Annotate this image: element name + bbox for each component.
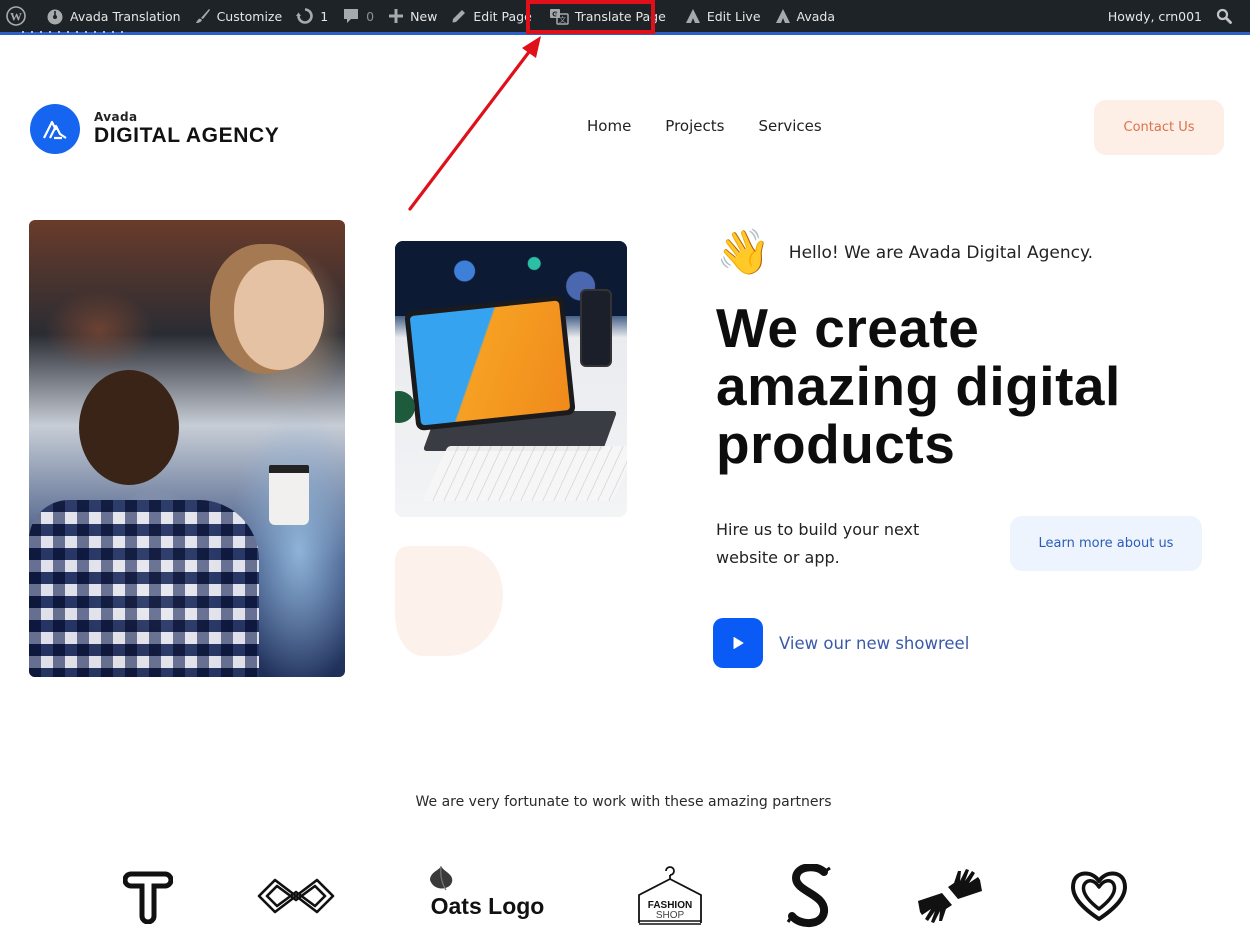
photo-cup: [395, 391, 415, 423]
customize-link[interactable]: Customize: [188, 0, 290, 32]
my-account-menu[interactable]: Howdy, crn001: [1101, 0, 1209, 32]
photo-person-woman: [234, 260, 324, 370]
svg-text:文: 文: [559, 15, 566, 24]
photo-tablet: [404, 294, 576, 432]
nav-services[interactable]: Services: [758, 117, 821, 135]
hello-row: 👋 Hello! We are Avada Digital Agency.: [716, 228, 1093, 278]
comment-bubble-icon: [344, 9, 359, 23]
new-label: New: [410, 8, 438, 24]
avada-label: Avada: [796, 8, 836, 24]
arrow-head: [522, 36, 541, 58]
photo-coffee-cup: [269, 465, 309, 525]
comments-count: 0: [366, 8, 375, 24]
edit-live-label: Edit Live: [706, 8, 761, 24]
hello-text: Hello! We are Avada Digital Agency.: [788, 243, 1093, 263]
avada-menu[interactable]: Avada: [768, 0, 842, 32]
oats-logo-text: Oats Logo: [430, 892, 545, 919]
s-logo-icon: [786, 864, 831, 927]
plus-icon: [389, 9, 404, 23]
partner-logo-s: [784, 860, 834, 932]
play-icon: [733, 637, 744, 649]
partner-logo-heart: [1066, 860, 1132, 932]
waving-hand-icon: 👋: [716, 227, 771, 278]
hero-headline: We create amazing digital products: [716, 299, 1121, 473]
main-navigation: Home Projects Services: [587, 117, 856, 135]
headline-line-1: We create: [716, 297, 980, 359]
partner-logo-infinity: [252, 860, 340, 932]
heart-logo-icon: [1071, 871, 1127, 921]
admin-bar-accent-line: [0, 32, 1250, 35]
partner-logo-fashion-shop: FASHION SHOP: [634, 860, 706, 932]
oats-leaf-icon: [430, 866, 453, 891]
translate-page-link[interactable]: G文 Translate Page: [539, 0, 673, 32]
contact-us-button[interactable]: Contact Us: [1094, 100, 1224, 155]
arrow-shaft: [408, 46, 534, 211]
new-content-menu[interactable]: New: [381, 0, 444, 32]
logo-title: DIGITAL AGENCY: [94, 124, 280, 147]
nav-home[interactable]: Home: [587, 117, 631, 135]
search-icon: [1216, 8, 1232, 24]
partner-logo-t: [118, 860, 178, 932]
customize-label: Customize: [216, 8, 283, 24]
loading-dots: [22, 31, 126, 33]
logo-subtitle: Avada: [94, 110, 138, 124]
photo-keyboard: [422, 446, 627, 501]
comments-link[interactable]: 0: [335, 0, 381, 32]
site-name-menu[interactable]: Avada Translation: [39, 0, 188, 32]
hero-subtext: Hire us to build your next website or ap…: [716, 520, 920, 567]
howdy-greeting: Howdy, crn001: [1107, 8, 1202, 24]
showreel-link[interactable]: View our new showreel: [713, 618, 969, 668]
translate-page-label: Translate Page: [574, 8, 666, 24]
pencil-icon: [452, 10, 466, 23]
learn-more-button[interactable]: Learn more about us: [1010, 516, 1202, 571]
dashboard-gauge-icon: [47, 9, 63, 25]
updates-icon: [296, 8, 313, 24]
photo-phone: [580, 289, 612, 367]
wp-admin-bar: W Avada Translation Customize 1 0 New Ed…: [0, 0, 1250, 32]
svg-text:W: W: [10, 10, 22, 24]
paintbrush-icon: [195, 9, 210, 23]
partner-logo-oats: Oats Logo: [420, 860, 555, 932]
showreel-label: View our new showreel: [779, 633, 970, 653]
svg-text:SHOP: SHOP: [656, 910, 685, 921]
site-name: Avada Translation: [70, 8, 181, 24]
photo-person-man: [79, 370, 179, 485]
admin-search-button[interactable]: [1209, 0, 1250, 32]
people-office-photo: [29, 220, 345, 677]
tablet-devices-photo: [395, 241, 627, 517]
logo-mark-icon: [30, 104, 80, 154]
hands-logo-icon: [918, 869, 982, 923]
edit-live-link[interactable]: Edit Live: [673, 0, 768, 32]
translate-icon: G文: [549, 9, 569, 25]
wp-logo-menu[interactable]: W: [0, 0, 39, 32]
avada-a-icon: [775, 9, 790, 23]
site-logo[interactable]: Avada DIGITAL AGENCY: [30, 104, 279, 154]
t-logo-icon: [123, 871, 173, 924]
headline-line-3: products: [716, 413, 956, 475]
play-button[interactable]: [713, 618, 763, 668]
partner-logo-hands: [914, 860, 986, 932]
infinity-logo-icon: [257, 878, 335, 914]
wordpress-icon: W: [6, 6, 26, 26]
updates-count: 1: [320, 8, 329, 24]
headline-line-2: amazing digital: [716, 355, 1121, 417]
nav-projects[interactable]: Projects: [665, 117, 724, 135]
updates-link[interactable]: 1: [289, 0, 335, 32]
decorative-blob: [395, 546, 503, 656]
avada-a-icon: [685, 9, 700, 23]
photo-plaid-shirt: [29, 500, 259, 677]
fashion-shop-logo-icon: FASHION SHOP: [638, 866, 702, 925]
edit-page-label: Edit Page: [473, 8, 532, 24]
partners-title: We are very fortunate to work with these…: [415, 794, 832, 810]
edit-page-link[interactable]: Edit Page: [444, 0, 538, 32]
